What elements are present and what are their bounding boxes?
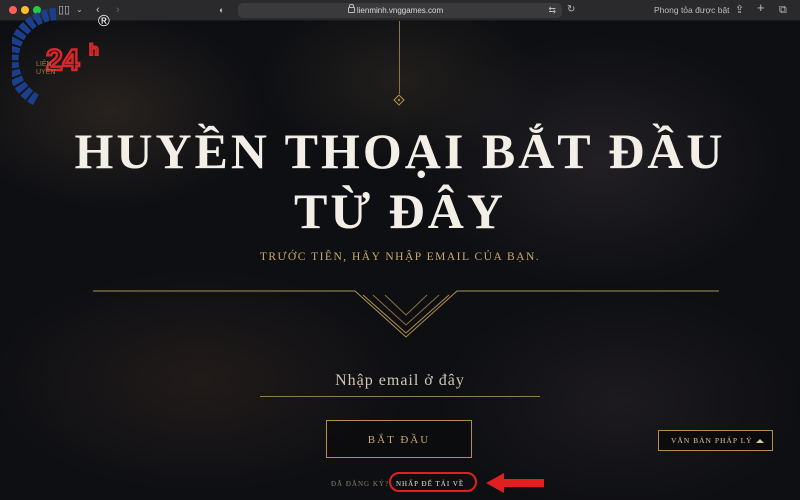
chevron-divider-ornament	[93, 290, 719, 338]
legal-documents-button[interactable]: VĂN BẢN PHÁP LÝ	[658, 430, 773, 451]
address-bar[interactable]: lienminh.vnggames.com ⇆	[238, 3, 562, 18]
content-block-label: Phong tỏa được bật	[654, 5, 730, 15]
translate-icon[interactable]: ⇆	[548, 5, 556, 16]
svg-text:®: ®	[98, 13, 110, 30]
reload-icon[interactable]: ↻	[567, 3, 575, 17]
hero-title-line-2: TỪ ĐÂY	[294, 183, 506, 239]
annotation-arrow-icon	[486, 473, 544, 493]
share-icon[interactable]: ⇪	[735, 3, 744, 17]
legal-documents-label: VĂN BẢN PHÁP LÝ	[671, 436, 753, 445]
url-text: lienminh.vnggames.com	[356, 6, 444, 15]
hero-title-line-1: HUYỀN THOẠI BẮT ĐẦU	[74, 123, 726, 179]
shield-icon[interactable]: ◐	[219, 3, 224, 17]
email-input[interactable]	[260, 366, 540, 397]
start-button[interactable]: BẮT ĐẦU	[326, 420, 472, 458]
annotation-circle	[389, 472, 477, 492]
watermark-24h-logo: 24 h ® LIÊN UYỀN	[12, 8, 110, 106]
tabs-overview-icon[interactable]: ⧉	[779, 3, 787, 17]
caret-up-icon	[756, 439, 764, 443]
svg-text:LIÊN: LIÊN	[36, 59, 52, 68]
already-registered-text: ĐÃ ĐĂNG KÝ?	[331, 480, 390, 488]
svg-text:h: h	[89, 42, 99, 59]
new-tab-icon[interactable]: +	[757, 1, 765, 15]
top-ornament-line	[399, 21, 400, 94]
diamond-ornament-icon	[393, 94, 405, 106]
hero-subtitle: TRƯỚC TIÊN, HÃY NHẬP EMAIL CỦA BẠN.	[259, 251, 541, 263]
